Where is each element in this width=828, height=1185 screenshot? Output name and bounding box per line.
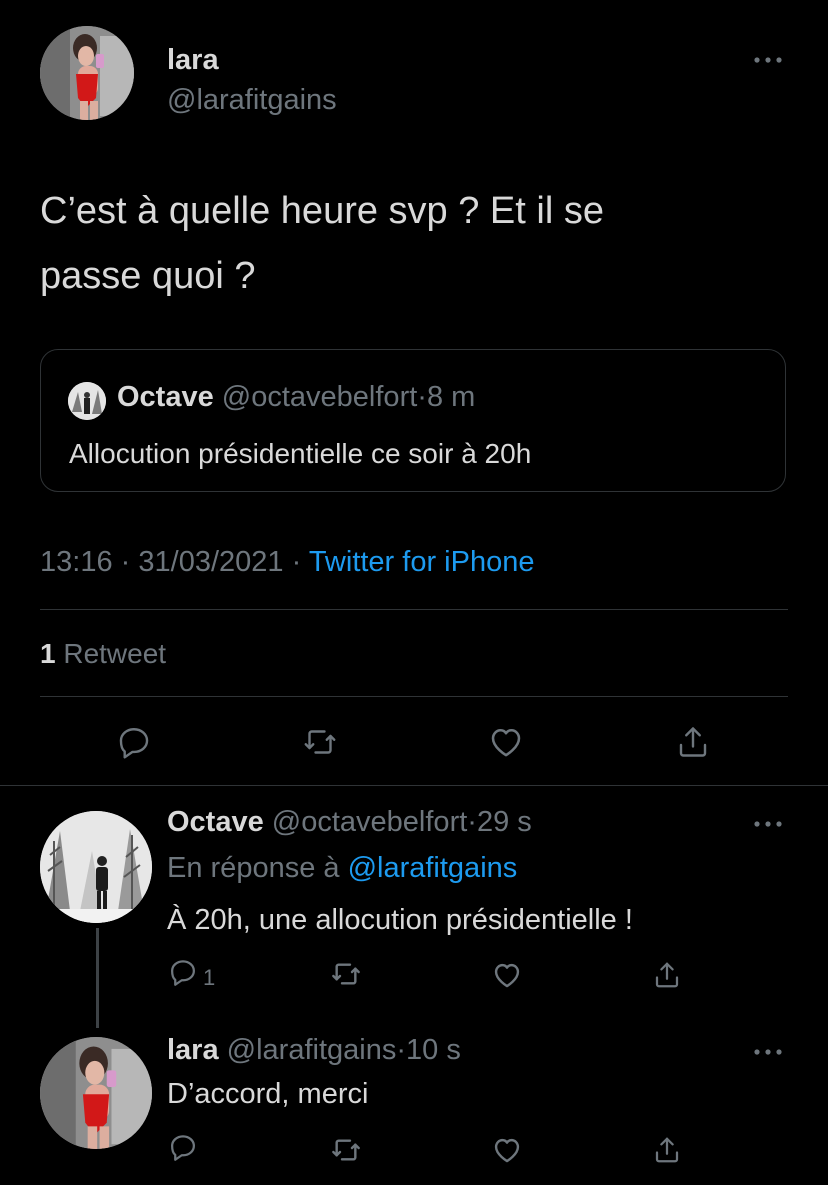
meta-separator: ·	[120, 546, 131, 578]
meta-separator: ·	[291, 546, 302, 578]
like-button[interactable]	[484, 720, 528, 764]
reply2-separator: ·	[396, 1034, 407, 1066]
divider	[40, 696, 788, 697]
reply2-share-button[interactable]	[647, 1130, 687, 1170]
reply1-time: 29 s	[476, 806, 532, 838]
quoted-text: Allocution présidentielle ce soir à 20h	[69, 438, 532, 469]
reply2-author-handle[interactable]: @larafitgains	[227, 1034, 397, 1066]
reply1-replying-to: En réponse à @larafitgains	[167, 852, 517, 885]
like-icon	[494, 963, 520, 988]
tweet-source-link[interactable]: Twitter for iPhone	[309, 546, 535, 578]
tweet-date: 31/03/2021	[138, 546, 284, 578]
reply-icon	[171, 960, 195, 986]
avatar-lara[interactable]	[40, 26, 134, 120]
reply1-retweet-button[interactable]	[326, 954, 366, 994]
avatar-image	[40, 26, 134, 120]
more-icon[interactable]	[750, 1042, 786, 1062]
reply2-author-name[interactable]: lara	[167, 1034, 219, 1066]
reply1-author-name[interactable]: Octave	[167, 806, 264, 838]
quoted-avatar	[68, 382, 106, 420]
reply1-header: Octave @octavebelfort·29 s	[167, 806, 532, 839]
reply-button[interactable]	[112, 720, 156, 764]
more-icon[interactable]	[750, 814, 786, 834]
retweet-stats[interactable]: 1 Retweet	[40, 638, 166, 670]
like-icon	[491, 729, 521, 757]
tweet-text-line-1: C’est à quelle heure svp ? Et il se	[40, 190, 604, 232]
reply-icon	[171, 1135, 195, 1161]
divider	[40, 609, 788, 610]
reply2-header: lara @larafitgains·10 s	[167, 1034, 461, 1067]
quoted-tweet[interactable]: Octave @octavebelfort·8 m Allocution pré…	[40, 349, 786, 492]
retweet-icon	[332, 1139, 360, 1161]
retweet-icon	[304, 730, 336, 754]
author-name[interactable]: lara	[167, 44, 219, 77]
reply1-share-button[interactable]	[647, 955, 687, 995]
replying-prefix: En réponse à	[167, 852, 340, 884]
retweet-count: 1	[40, 638, 56, 669]
reply1-separator: ·	[467, 806, 477, 838]
more-icon[interactable]	[750, 50, 786, 70]
reply2-text: D’accord, merci	[167, 1078, 369, 1110]
reply1-author-handle[interactable]: @octavebelfort	[272, 806, 467, 838]
reply1-like-button[interactable]	[487, 955, 527, 995]
retweet-icon	[332, 963, 360, 985]
reply2-time: 10 s	[406, 1034, 461, 1066]
reply1-reply-button[interactable]	[163, 952, 203, 992]
reply-icon	[119, 728, 149, 759]
share-icon	[655, 1137, 679, 1163]
reply2-retweet-button[interactable]	[326, 1130, 366, 1170]
reply1-reply-count: 1	[203, 965, 216, 990]
tweet-text-line-2: passe quoi ?	[40, 255, 256, 297]
divider	[0, 785, 828, 786]
replying-to-handle-link[interactable]: @larafitgains	[348, 852, 518, 884]
like-icon	[494, 1138, 520, 1163]
author-handle[interactable]: @larafitgains	[167, 84, 337, 117]
quoted-separator: ·	[417, 381, 427, 413]
share-icon	[655, 962, 679, 988]
tweet-meta: 13:16 · 31/03/2021 · Twitter for iPhone	[40, 546, 534, 579]
reply1-text: À 20h, une allocution présidentielle !	[167, 904, 633, 936]
tweet-time: 13:16	[40, 546, 113, 578]
reply2-like-button[interactable]	[487, 1130, 527, 1170]
share-button[interactable]	[671, 720, 715, 764]
share-icon	[679, 727, 707, 757]
quoted-author-handle: @octavebelfort	[221, 381, 418, 413]
avatar-lara[interactable]	[40, 1037, 152, 1149]
reply2-reply-button[interactable]	[163, 1127, 203, 1167]
avatar-octave[interactable]	[40, 811, 152, 923]
retweet-label: Retweet	[63, 638, 167, 669]
thread-connector-line	[96, 928, 99, 1028]
retweet-button[interactable]	[298, 720, 342, 764]
quoted-author-name: Octave	[117, 381, 214, 413]
quoted-time: 8 m	[426, 381, 476, 413]
